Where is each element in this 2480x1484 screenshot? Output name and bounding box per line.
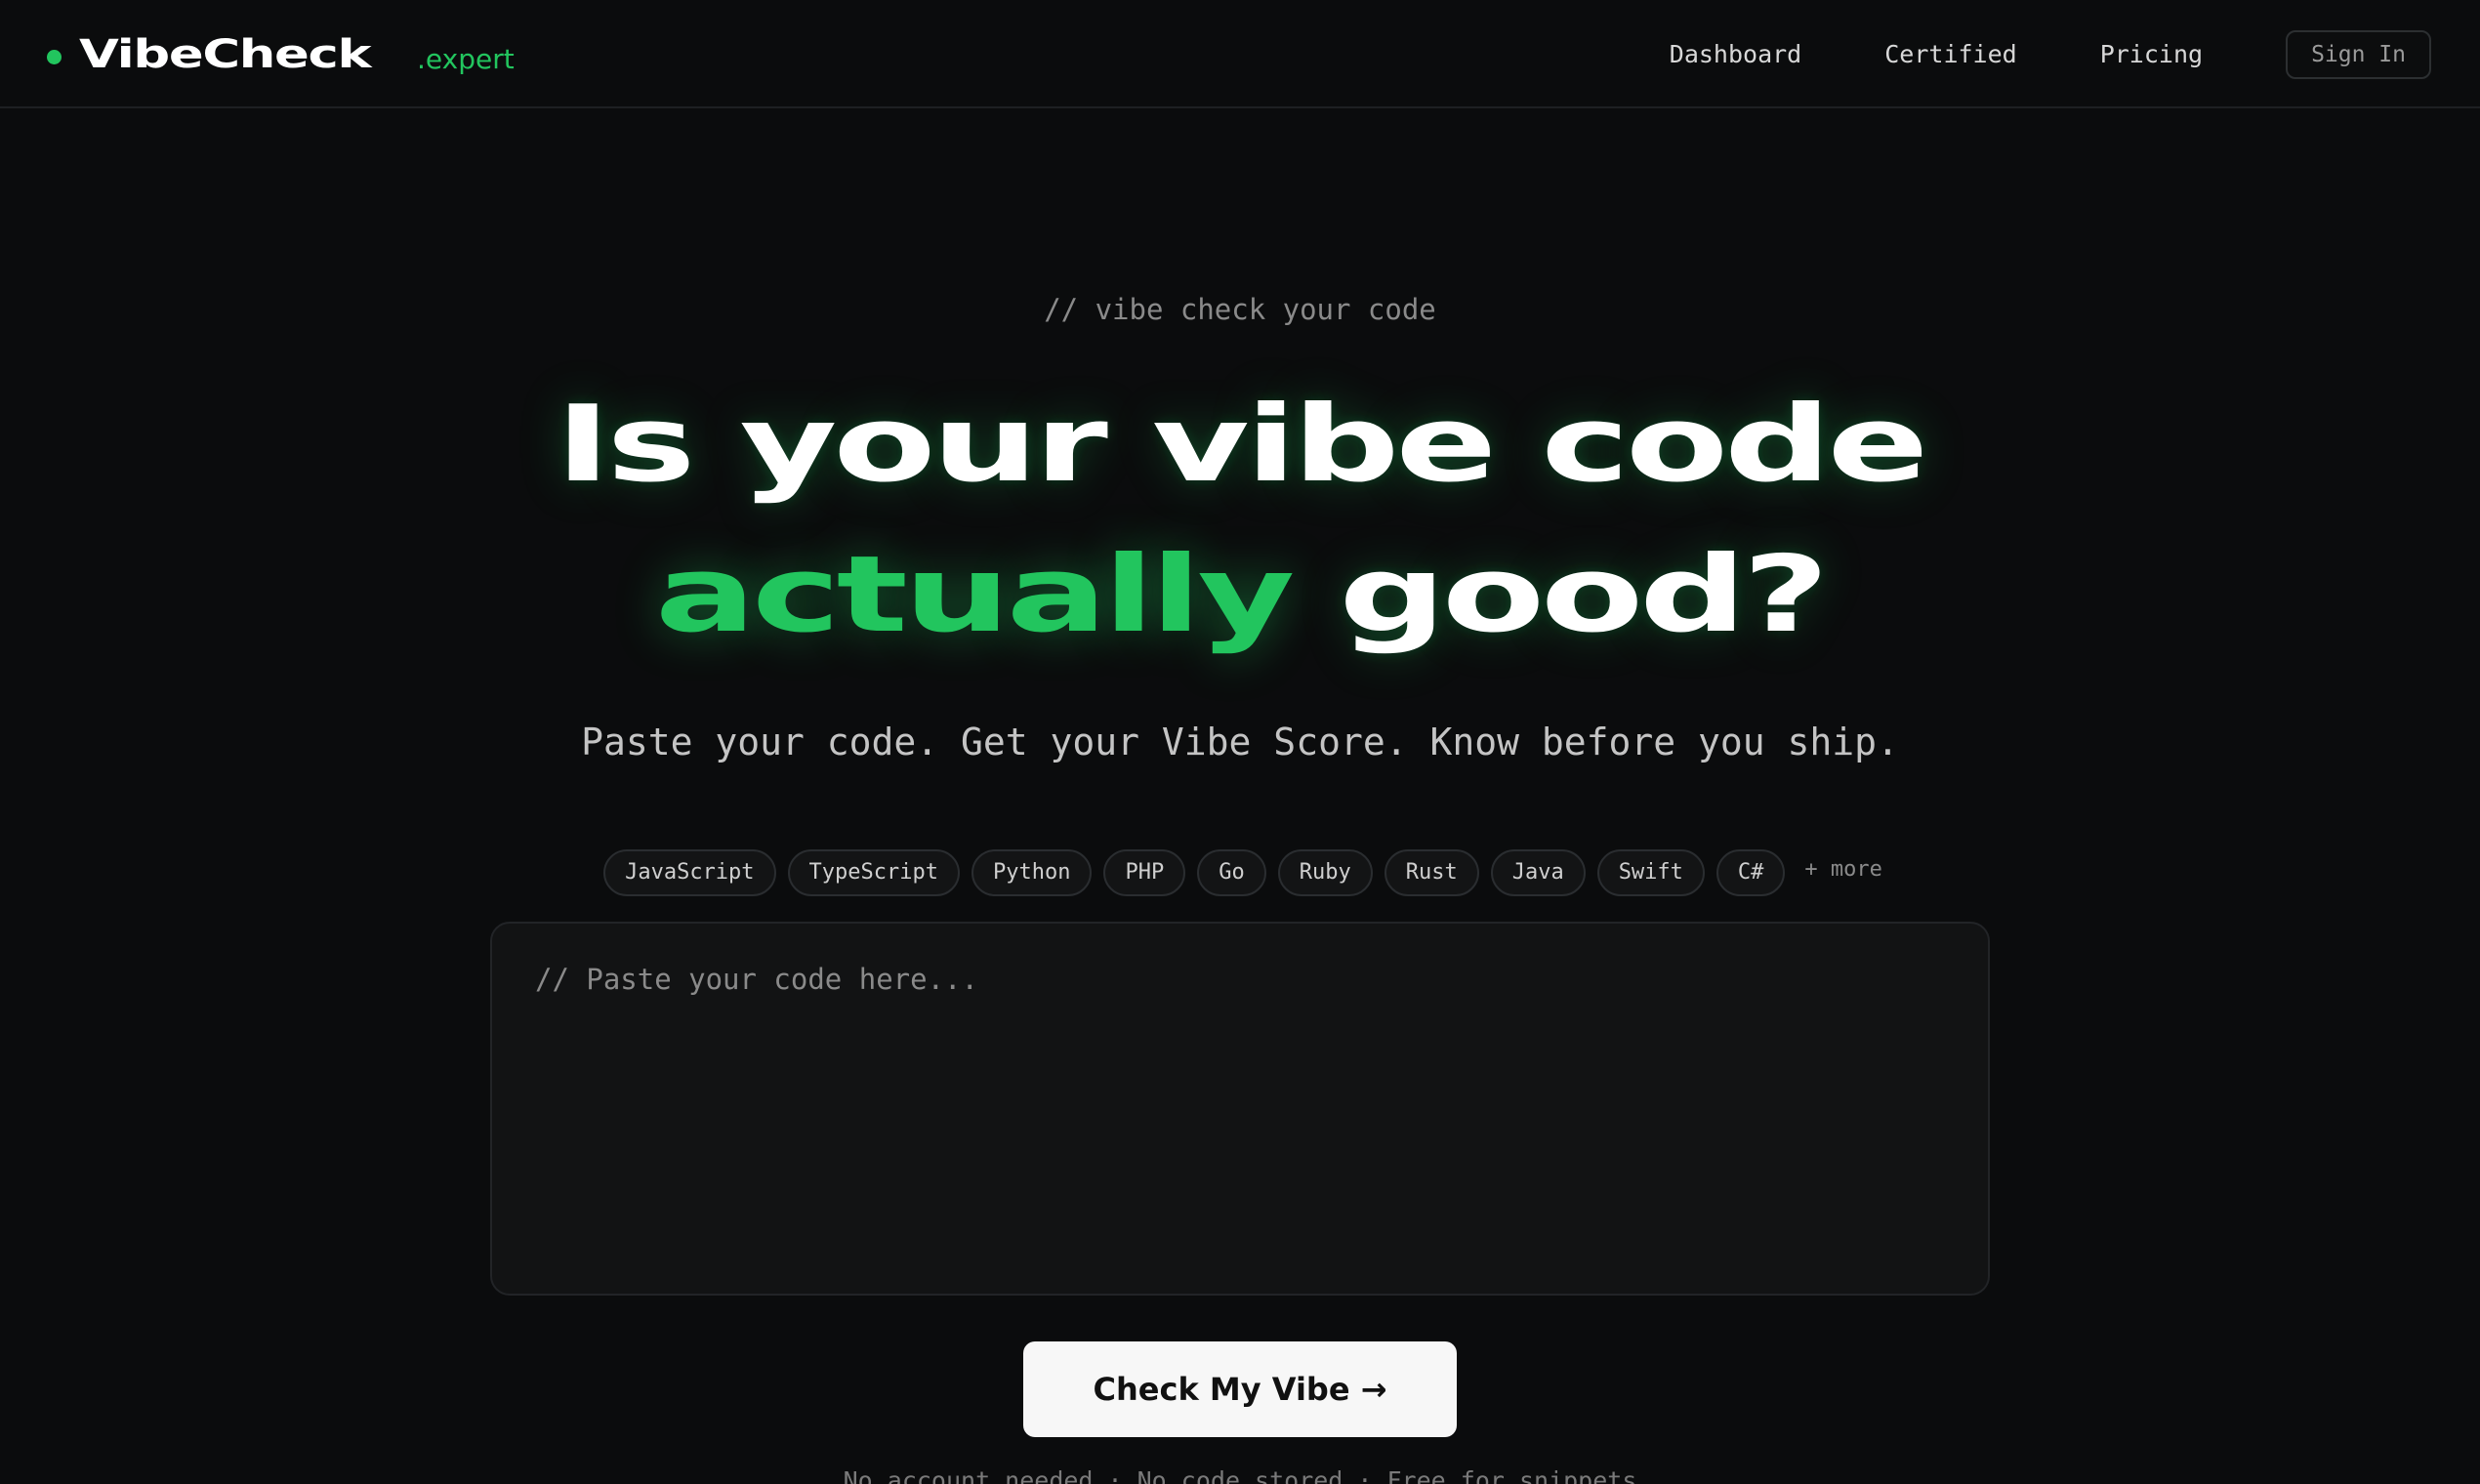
hero-headline-line2-text: actually good? <box>655 543 1830 648</box>
status-dot-icon <box>47 49 62 64</box>
hero-eyebrow: // vibe check your code <box>1044 293 1436 326</box>
language-chips: JavaScript TypeScript Python PHP Go Ruby… <box>0 849 2480 896</box>
brand-logo[interactable]: VibeCheck .expert <box>47 23 515 86</box>
nav-link-pricing[interactable]: Pricing <box>2100 40 2203 68</box>
nav-link-certified[interactable]: Certified <box>1884 40 2016 68</box>
hero-tagline: Paste your code. Get your Vibe Score. Kn… <box>581 721 1899 763</box>
check-my-vibe-button[interactable]: Check My Vibe → <box>1023 1341 1457 1437</box>
footnote: No account needed · No code stored · Fre… <box>843 1466 1637 1484</box>
language-chip-rust[interactable]: Rust <box>1384 849 1479 896</box>
language-chip-javascript[interactable]: JavaScript <box>603 849 776 896</box>
more-languages-link[interactable]: + more <box>1804 857 1881 882</box>
sign-in-button[interactable]: Sign In <box>2286 29 2431 79</box>
language-chip-csharp[interactable]: C# <box>1715 849 1786 896</box>
hero-headline-line2: actually good? <box>0 543 2480 648</box>
language-chip-ruby[interactable]: Ruby <box>1277 849 1373 896</box>
language-chip-php[interactable]: PHP <box>1103 849 1186 896</box>
hero-headline-rest: good? <box>1339 534 1829 656</box>
brand-name: VibeCheck <box>79 32 372 77</box>
nav-links: Dashboard Certified Pricing Sign In <box>1670 0 2480 108</box>
hero-headline-line1: Is your vibe code <box>0 392 2480 498</box>
nav-link-dashboard[interactable]: Dashboard <box>1670 40 1801 68</box>
language-chip-java[interactable]: Java <box>1490 849 1586 896</box>
language-chip-go[interactable]: Go <box>1197 849 1266 896</box>
hero-headline-accent: actually <box>654 534 1296 656</box>
code-input[interactable] <box>490 922 1990 1296</box>
hero-headline-line1-text: Is your vibe code <box>555 384 1929 506</box>
language-chip-python[interactable]: Python <box>971 849 1093 896</box>
language-chip-swift[interactable]: Swift <box>1596 849 1705 896</box>
top-nav: VibeCheck .expert Dashboard Certified Pr… <box>0 0 2480 108</box>
brand-tld: .expert <box>417 42 515 75</box>
language-chip-typescript[interactable]: TypeScript <box>787 849 960 896</box>
